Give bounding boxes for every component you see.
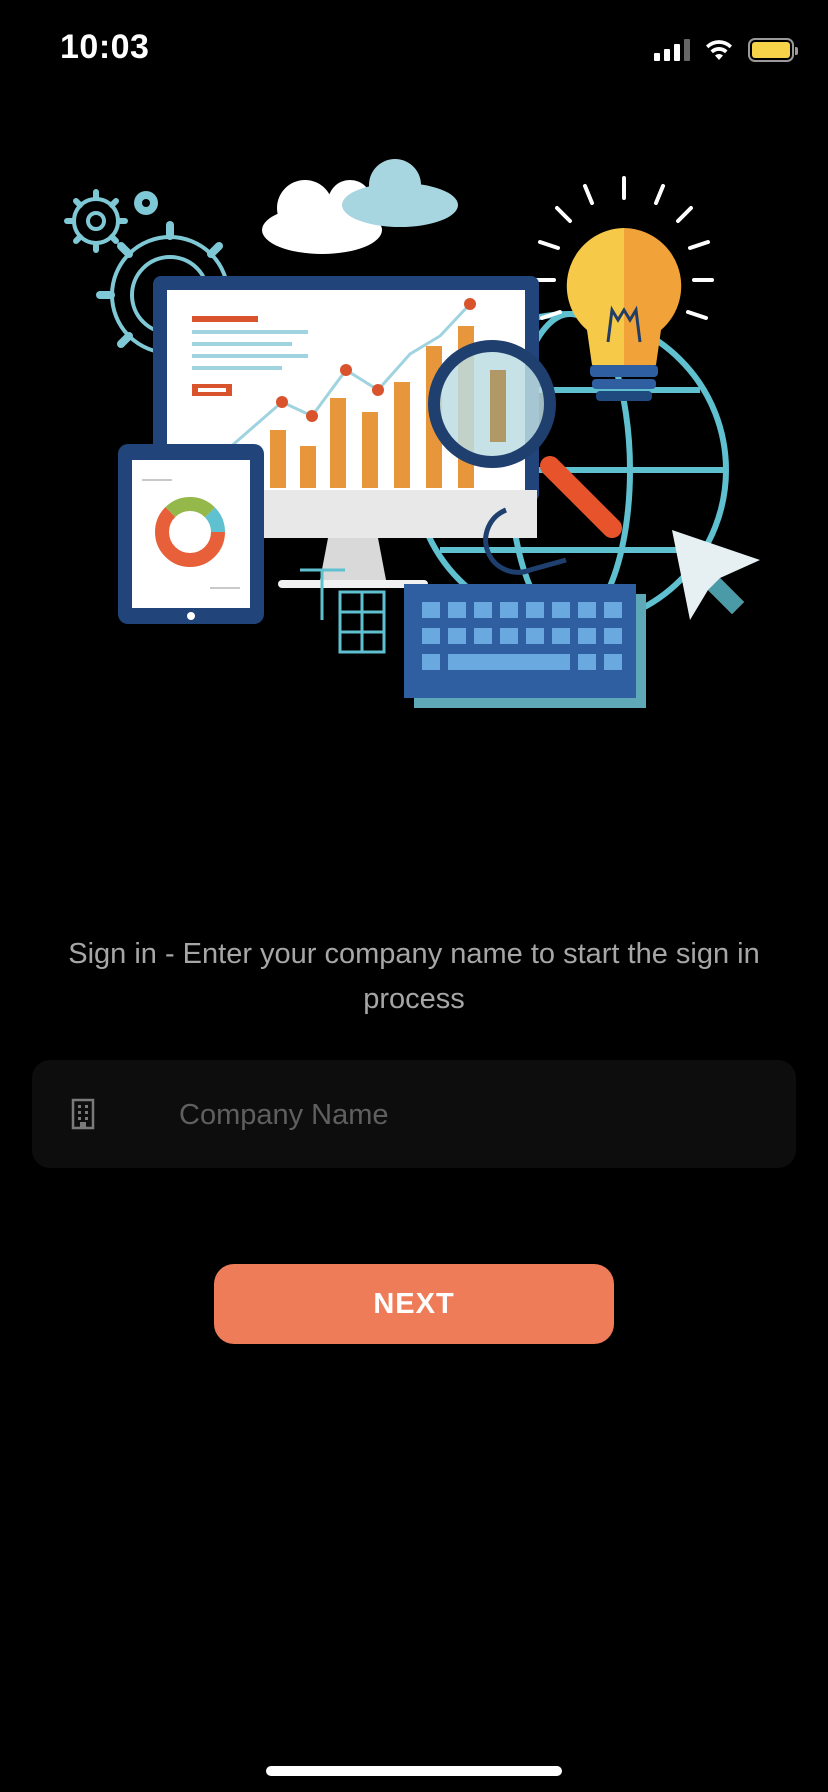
keyboard-icon	[404, 584, 646, 708]
status-time: 10:03	[60, 28, 150, 66]
magnifier-icon	[428, 340, 622, 575]
cellular-signal-icon	[654, 39, 690, 61]
company-name-input[interactable]	[177, 1060, 771, 1170]
signin-prompt: Sign in - Enter your company name to sta…	[68, 938, 760, 1015]
company-name-field[interactable]	[32, 1060, 796, 1170]
analytics-illustration	[64, 159, 760, 708]
status-bar: 10:03	[0, 0, 828, 100]
battery-icon	[748, 38, 798, 62]
status-icons	[654, 36, 798, 64]
cloud-icon	[262, 159, 458, 254]
building-icon	[71, 1098, 95, 1130]
wifi-icon	[706, 40, 732, 60]
tablet-pie-chart-icon	[118, 444, 264, 624]
home-indicator	[266, 1766, 562, 1776]
cursor-icon	[672, 530, 760, 620]
next-button[interactable]: NEXT	[214, 1264, 614, 1344]
